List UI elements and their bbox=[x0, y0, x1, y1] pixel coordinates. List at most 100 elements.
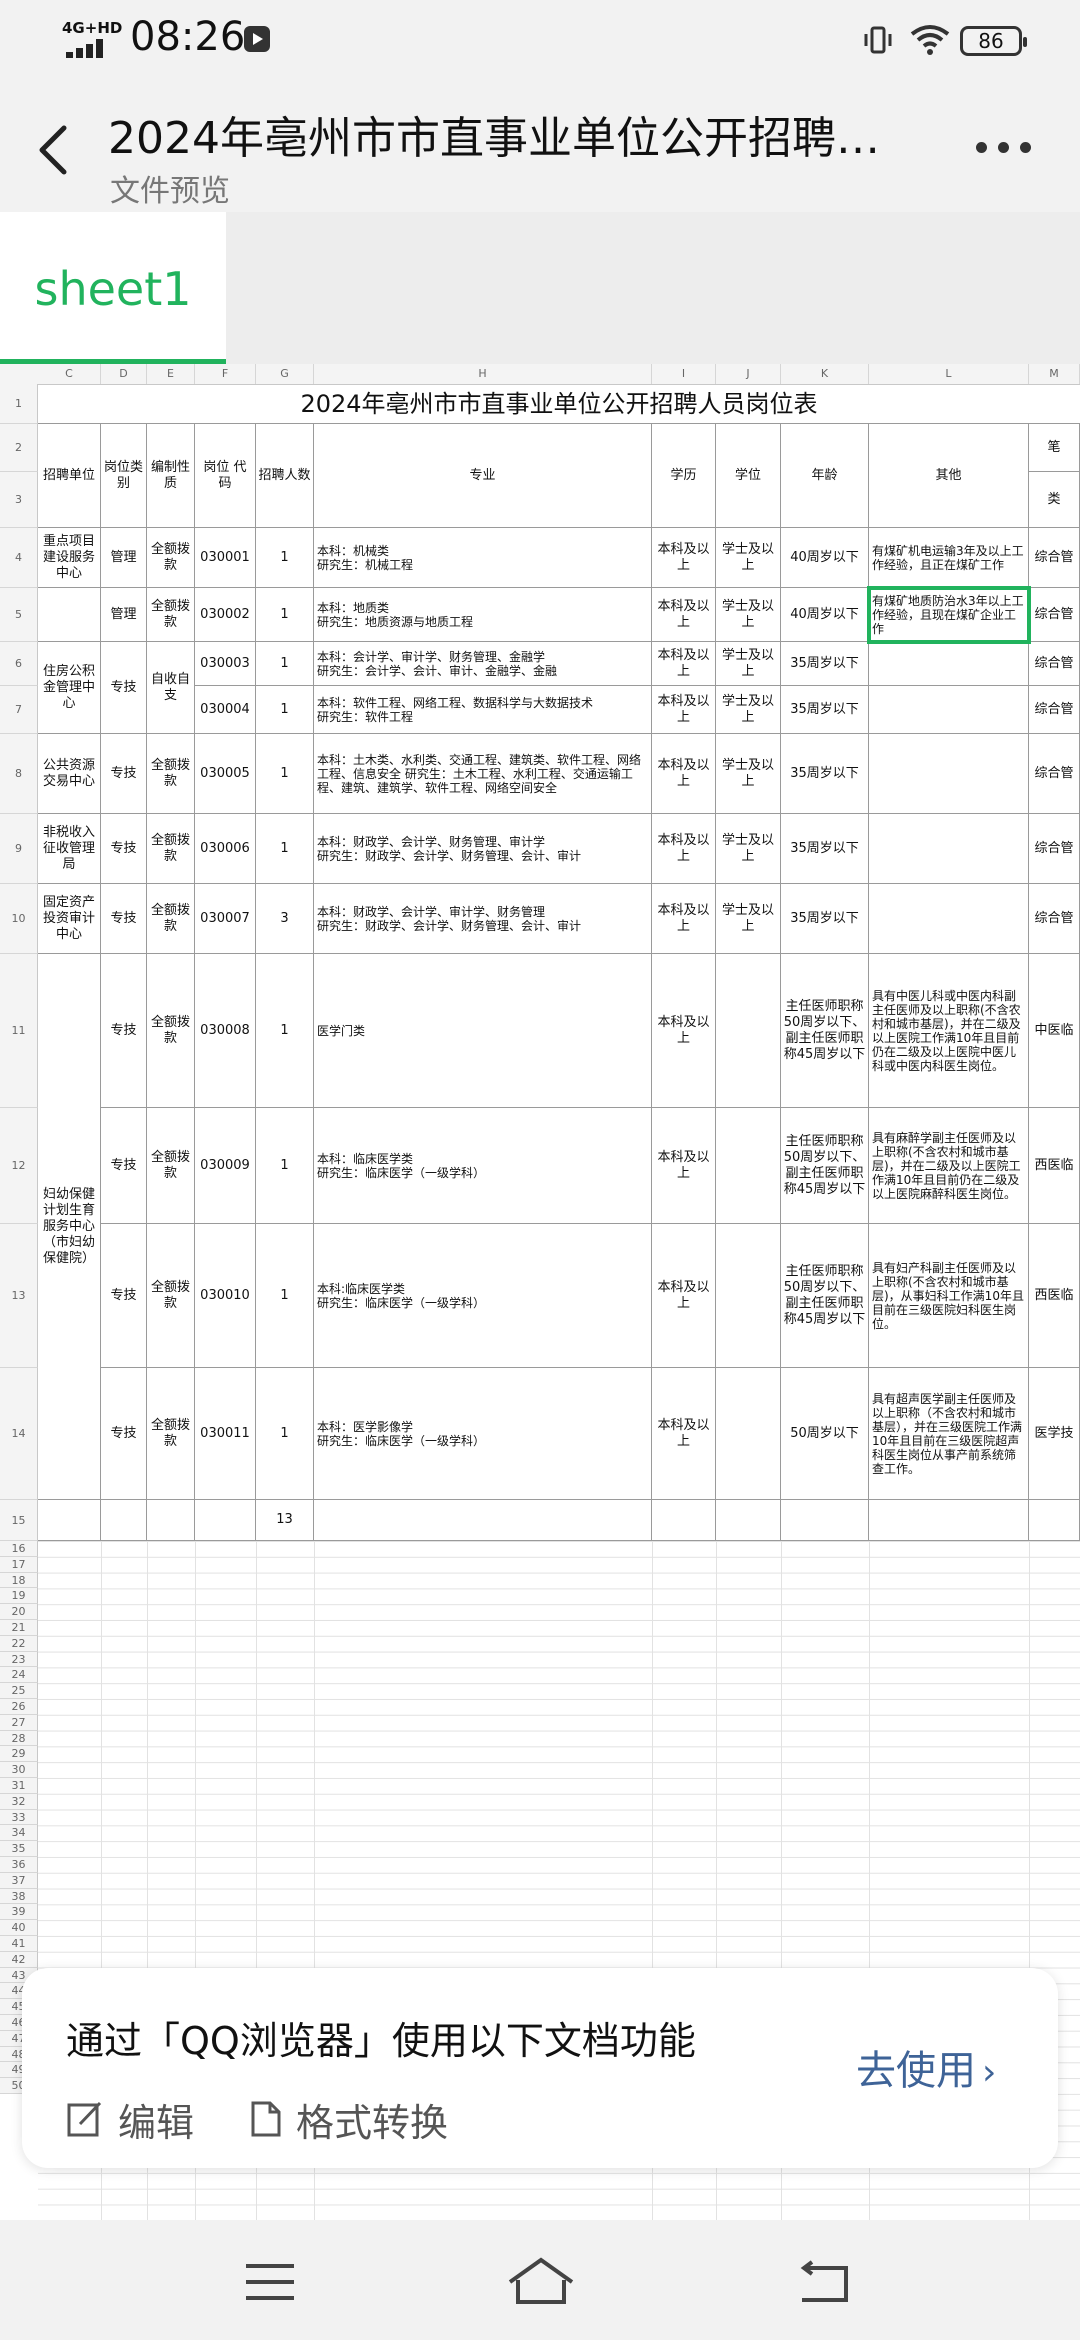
row-header-32[interactable]: 32 bbox=[0, 1793, 38, 1810]
edit-action[interactable]: 编辑 bbox=[66, 2094, 194, 2145]
cell-staffing[interactable]: 全额拨款 bbox=[147, 814, 195, 884]
cell-empty[interactable] bbox=[716, 1500, 781, 1541]
row-header-38[interactable]: 38 bbox=[0, 1888, 38, 1905]
cell-type[interactable]: 专技 bbox=[101, 734, 147, 814]
cell-other[interactable] bbox=[869, 734, 1029, 814]
cell-staffing[interactable]: 自收自支 bbox=[147, 642, 195, 734]
cell-edu[interactable]: 本科及以上 bbox=[652, 1108, 716, 1224]
table-header-other[interactable]: 其他 bbox=[869, 424, 1029, 528]
row-header-4[interactable]: 4 bbox=[0, 528, 38, 588]
cell-type[interactable]: 专技 bbox=[101, 642, 147, 734]
table-header-edu[interactable]: 学历 bbox=[652, 424, 716, 528]
row-header-20[interactable]: 20 bbox=[0, 1604, 38, 1620]
cell-age[interactable]: 50周岁以下 bbox=[781, 1368, 869, 1500]
cell-other[interactable]: 具有中医儿科或中医内科副主任医师及以上职称(不含农村和城市基层)，并在二级及以上… bbox=[869, 954, 1029, 1108]
cell-empty[interactable] bbox=[195, 1500, 256, 1541]
cell-type[interactable]: 专技 bbox=[101, 1224, 147, 1368]
back-nav-icon[interactable] bbox=[796, 2260, 850, 2304]
cell-empty[interactable] bbox=[147, 1500, 195, 1541]
cell-staffing[interactable]: 全额拨款 bbox=[147, 1224, 195, 1368]
row-header-19[interactable]: 19 bbox=[0, 1588, 38, 1605]
row-header-2[interactable]: 2 bbox=[0, 424, 38, 472]
table-header-code[interactable]: 岗位 代码 bbox=[195, 424, 256, 528]
cell-other[interactable] bbox=[869, 884, 1029, 954]
row-header-10[interactable]: 10 bbox=[0, 884, 38, 954]
column-header-F[interactable]: F bbox=[195, 364, 256, 384]
convert-action[interactable]: 格式转换 bbox=[250, 2094, 448, 2145]
cell-major[interactable]: 本科：会计学、审计学、财务管理、金融学 研究生：会计学、会计、审计、金融学、金融 bbox=[314, 642, 652, 686]
cell-degree[interactable]: 学士及以上 bbox=[716, 884, 781, 954]
column-header-J[interactable]: J bbox=[716, 364, 781, 384]
cell-major[interactable]: 本科：机械类 研究生：机械工程 bbox=[314, 528, 652, 588]
cell-major[interactable]: 本科：地质类 研究生：地质资源与地质工程 bbox=[314, 588, 652, 642]
cell-age[interactable]: 40周岁以下 bbox=[781, 528, 869, 588]
cell-code[interactable]: 030006 bbox=[195, 814, 256, 884]
row-header-17[interactable]: 17 bbox=[0, 1556, 38, 1573]
cell-age[interactable]: 35周岁以下 bbox=[781, 642, 869, 686]
row-header-25[interactable]: 25 bbox=[0, 1683, 38, 1699]
cell-age[interactable]: 主任医师职称50周岁以下、副主任医师职称45周岁以下 bbox=[781, 1224, 869, 1368]
row-header-23[interactable]: 23 bbox=[0, 1651, 38, 1668]
cell-code[interactable]: 030008 bbox=[195, 954, 256, 1108]
cell-degree[interactable]: 学士及以上 bbox=[716, 588, 781, 642]
cell-staffing[interactable]: 全额拨款 bbox=[147, 588, 195, 642]
cell-next[interactable]: 西医临 bbox=[1029, 1108, 1080, 1224]
row-header-35[interactable]: 35 bbox=[0, 1841, 38, 1857]
column-header-I[interactable]: I bbox=[652, 364, 716, 384]
cell-next[interactable]: 综合管 bbox=[1029, 814, 1080, 884]
cell-major[interactable]: 本科：财政学、会计学、财务管理、审计学 研究生：财政学、会计学、财务管理、会计、… bbox=[314, 814, 652, 884]
sheet-title-cell[interactable]: 2024年亳州市市直事业单位公开招聘人员岗位表 bbox=[38, 384, 1080, 424]
cell-next[interactable]: 综合管 bbox=[1029, 588, 1080, 642]
cell-other[interactable] bbox=[869, 686, 1029, 734]
cell-empty[interactable] bbox=[781, 1500, 869, 1541]
cell-type[interactable]: 专技 bbox=[101, 1368, 147, 1500]
tab-sheet1[interactable]: sheet1 bbox=[0, 212, 226, 364]
cell-degree[interactable] bbox=[716, 1108, 781, 1224]
cell-edu[interactable]: 本科及以上 bbox=[652, 884, 716, 954]
cell-code[interactable]: 030002 bbox=[195, 588, 256, 642]
cell-next[interactable]: 综合管 bbox=[1029, 642, 1080, 686]
cell-count[interactable]: 1 bbox=[256, 954, 314, 1108]
cell-age[interactable]: 35周岁以下 bbox=[781, 814, 869, 884]
row-header-1[interactable]: 1 bbox=[0, 384, 38, 424]
row-header-5[interactable]: 5 bbox=[0, 588, 38, 642]
table-header-type[interactable]: 岗位类别 bbox=[101, 424, 147, 528]
cell-major[interactable]: 本科：软件工程、网络工程、数据科学与大数据技术 研究生：软件工程 bbox=[314, 686, 652, 734]
row-header-28[interactable]: 28 bbox=[0, 1730, 38, 1747]
cell-edu[interactable]: 本科及以上 bbox=[652, 954, 716, 1108]
row-header-12[interactable]: 12 bbox=[0, 1108, 38, 1224]
cell-unit[interactable]: 住房公积金管理中心 bbox=[38, 642, 101, 734]
back-arrow-icon[interactable] bbox=[34, 120, 74, 180]
cell-empty[interactable] bbox=[101, 1500, 147, 1541]
column-header-C[interactable]: C bbox=[38, 364, 101, 384]
row-header-39[interactable]: 39 bbox=[0, 1904, 38, 1921]
row-header-33[interactable]: 33 bbox=[0, 1809, 38, 1826]
cell-next[interactable]: 综合管 bbox=[1029, 528, 1080, 588]
cell-count[interactable]: 1 bbox=[256, 1368, 314, 1500]
cell-degree[interactable]: 学士及以上 bbox=[716, 528, 781, 588]
column-header-H[interactable]: H bbox=[314, 364, 652, 384]
cell-staffing[interactable]: 全额拨款 bbox=[147, 528, 195, 588]
cell-staffing[interactable]: 全额拨款 bbox=[147, 884, 195, 954]
cell-total-count[interactable]: 13 bbox=[256, 1500, 314, 1541]
cell-code[interactable]: 030009 bbox=[195, 1108, 256, 1224]
cell-type[interactable]: 专技 bbox=[101, 814, 147, 884]
cell-age[interactable]: 主任医师职称50周岁以下、副主任医师职称45周岁以下 bbox=[781, 1108, 869, 1224]
cell-type[interactable]: 管理 bbox=[101, 588, 147, 642]
cell-edu[interactable]: 本科及以上 bbox=[652, 686, 716, 734]
cell-degree[interactable]: 学士及以上 bbox=[716, 734, 781, 814]
row-header-37[interactable]: 37 bbox=[0, 1872, 38, 1889]
cell-other[interactable]: 有煤矿机电运输3年及以上工作经验，且正在煤矿工作 bbox=[869, 528, 1029, 588]
go-use-button[interactable]: 去使用 › bbox=[856, 2038, 996, 2096]
cell-count[interactable]: 1 bbox=[256, 1224, 314, 1368]
cell-edu[interactable]: 本科及以上 bbox=[652, 814, 716, 884]
cell-next[interactable]: 西医临 bbox=[1029, 1224, 1080, 1368]
row-header-41[interactable]: 41 bbox=[0, 1936, 38, 1952]
cell-other[interactable]: 具有麻醉学副主任医师及以上职称(不含农村和城市基层)，并在二级及以上医院工作满1… bbox=[869, 1108, 1029, 1224]
row-header-42[interactable]: 42 bbox=[0, 1951, 38, 1968]
more-options-icon[interactable] bbox=[974, 142, 1034, 158]
cell-staffing[interactable]: 全额拨款 bbox=[147, 1108, 195, 1224]
column-header-L[interactable]: L bbox=[869, 364, 1029, 384]
cell-code[interactable]: 030004 bbox=[195, 686, 256, 734]
cell-unit[interactable]: 公共资源交易中心 bbox=[38, 734, 101, 814]
